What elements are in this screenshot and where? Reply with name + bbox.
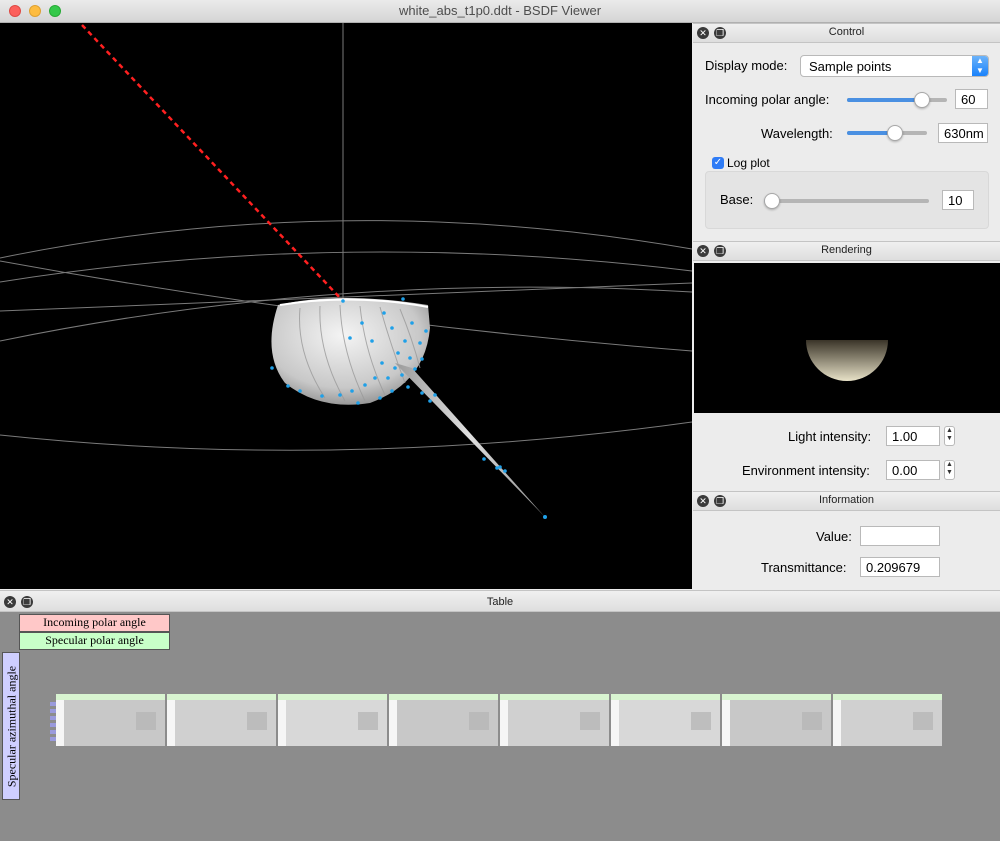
- value-field[interactable]: [860, 526, 940, 546]
- chevron-updown-icon: ▲ ▼: [972, 56, 988, 76]
- incoming-polar-slider-fill: [847, 98, 922, 102]
- bsdf-table-grid[interactable]: [50, 694, 945, 750]
- base-label: Base:: [720, 192, 754, 207]
- table-subheader-cell: [389, 694, 498, 700]
- table-subheader-cell: [611, 694, 720, 700]
- light-intensity-stepper[interactable]: ▲ ▼: [944, 426, 955, 446]
- window-titlebar[interactable]: white_abs_t1p0.ddt - BSDF Viewer: [0, 0, 1000, 23]
- specular-spike: [395, 363, 545, 517]
- grid-arc-upper: [0, 251, 692, 283]
- rendering-panel-titlebar: ✕ ❐ Rendering: [693, 241, 1000, 261]
- table-row-marker: [50, 723, 56, 727]
- information-panel-titlebar: ✕ ❐ Information: [693, 491, 1000, 511]
- log-plot-group: Base: 10: [705, 171, 989, 229]
- control-panel-titlebar: ✕ ❐ Control: [693, 23, 1000, 43]
- legend-specular-azimuthal-label: Specular azimuthal angle: [4, 665, 19, 788]
- base-slider[interactable]: [764, 193, 929, 209]
- legend-specular-polar-angle: Specular polar angle: [19, 632, 170, 650]
- light-intensity-input[interactable]: 1.00: [886, 426, 940, 446]
- incoming-polar-slider[interactable]: [847, 92, 947, 108]
- table-panel-title: Table: [486, 596, 514, 608]
- grid-arc-bottom: [0, 421, 692, 451]
- rendering-panel-title: Rendering: [821, 244, 872, 256]
- wavelength-slider-knob[interactable]: [887, 125, 903, 141]
- table-data-cell: [722, 700, 730, 746]
- table-data-cell: [691, 712, 711, 730]
- table-data-cell: [611, 700, 619, 746]
- incoming-polar-label: Incoming polar angle:: [705, 92, 830, 107]
- base-slider-knob[interactable]: [764, 193, 781, 209]
- table-panel: ✕ ❐ Table Incoming polar angle Specular …: [0, 590, 1000, 841]
- value-label: Value:: [816, 529, 852, 544]
- legend-incoming-polar-angle: Incoming polar angle: [19, 614, 170, 632]
- display-mode-value: Sample points: [809, 59, 892, 74]
- table-data-cell: [802, 712, 822, 730]
- incoming-polar-slider-knob[interactable]: [914, 92, 930, 108]
- table-row-marker: [50, 737, 56, 741]
- incident-ray-line: [81, 24, 344, 302]
- environment-intensity-stepper[interactable]: ▲ ▼: [944, 460, 955, 480]
- information-panel-title: Information: [818, 494, 875, 506]
- display-mode-label: Display mode:: [705, 58, 788, 73]
- transmittance-field[interactable]: 0.209679: [860, 557, 940, 577]
- incoming-polar-input[interactable]: 60: [955, 89, 988, 109]
- control-panel: ✕ ❐ Control Display mode: Sample points …: [693, 23, 1000, 240]
- base-input[interactable]: 10: [942, 190, 974, 210]
- light-intensity-label: Light intensity:: [788, 429, 872, 444]
- table-data-cell: [247, 712, 267, 730]
- table-row-marker: [50, 716, 56, 720]
- table-data-cell: [580, 712, 600, 730]
- table-data-cell: [469, 712, 489, 730]
- table-data-cell: [389, 700, 397, 746]
- wavelength-label: Wavelength:: [761, 126, 833, 141]
- information-panel: ✕ ❐ Information Value: Transmittance: 0.…: [693, 491, 1000, 589]
- table-subheader-cell: [56, 694, 165, 700]
- environment-intensity-label: Environment intensity:: [742, 463, 870, 478]
- table-data-cell: [913, 712, 933, 730]
- wavelength-input[interactable]: 630nm: [938, 123, 988, 143]
- table-data-cell: [833, 700, 841, 746]
- table-panel-titlebar: ✕ ❐ Table: [0, 590, 1000, 612]
- table-subheader-cell: [167, 694, 276, 700]
- table-data-cell: [358, 712, 378, 730]
- rendered-sphere: [806, 340, 888, 381]
- table-subheader-cell: [833, 694, 942, 700]
- table-subheader-cell: [500, 694, 609, 700]
- table-subheader-cell: [278, 694, 387, 700]
- rendering-panel: ✕ ❐ Rendering Light intensity: 1.00 ▲ ▼ E…: [693, 241, 1000, 490]
- table-data-cell: [278, 700, 286, 746]
- table-row-marker: [50, 730, 56, 734]
- environment-intensity-input[interactable]: 0.00: [886, 460, 940, 480]
- table-data-cell: [136, 712, 156, 730]
- bsdf-lobe: [271, 298, 430, 405]
- transmittance-label: Transmittance:: [761, 560, 847, 575]
- table-subheader-cell: [722, 694, 831, 700]
- window-title: white_abs_t1p0.ddt - BSDF Viewer: [398, 3, 602, 18]
- display-mode-select[interactable]: Sample points ▲ ▼: [800, 55, 989, 77]
- control-panel-title: Control: [828, 26, 865, 38]
- bsdf-3d-viewport[interactable]: [0, 23, 692, 589]
- table-row-marker: [50, 709, 56, 713]
- rendering-preview[interactable]: [694, 263, 1000, 413]
- table-data-cell: [56, 700, 64, 746]
- table-row-marker: [50, 702, 56, 706]
- table-data-cell: [167, 700, 175, 746]
- bsdf-3d-plot: [0, 23, 692, 519]
- wavelength-slider[interactable]: [847, 125, 927, 141]
- log-plot-checkbox[interactable]: ✓: [712, 157, 724, 169]
- table-data-cell: [500, 700, 508, 746]
- log-plot-label: Log plot: [727, 156, 770, 170]
- legend-specular-azimuthal-angle: Specular azimuthal angle: [2, 652, 20, 800]
